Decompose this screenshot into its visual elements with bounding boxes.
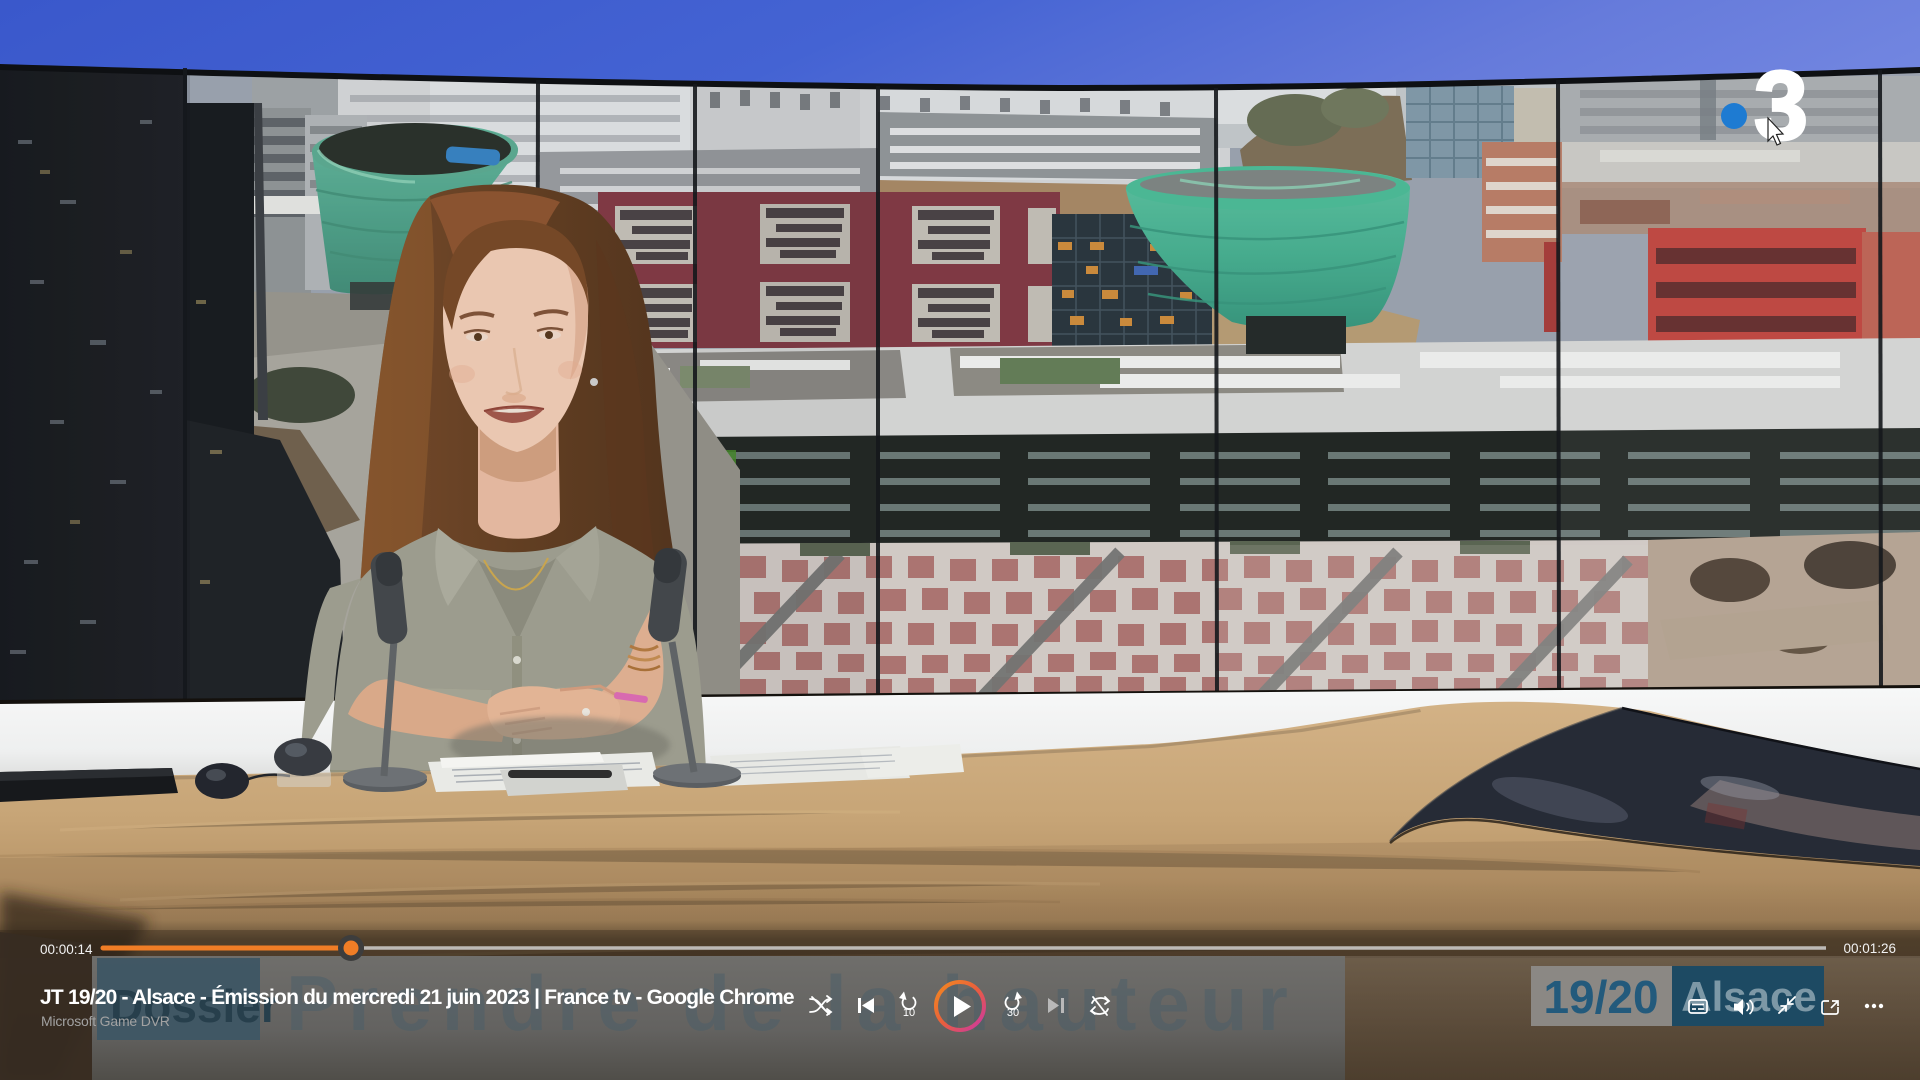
svg-text:00:01:26: 00:01:26 [1843,941,1896,956]
svg-text:19/20: 19/20 [1543,971,1658,1023]
svg-text:JT 19/20 - Alsace - Émission d: JT 19/20 - Alsace - Émission du mercredi… [40,986,794,1009]
svg-text:10: 10 [903,1007,915,1019]
svg-text:Microsoft Game DVR: Microsoft Game DVR [41,1013,170,1029]
svg-text:00:00:14: 00:00:14 [40,942,93,957]
svg-text:30: 30 [1007,1007,1019,1019]
